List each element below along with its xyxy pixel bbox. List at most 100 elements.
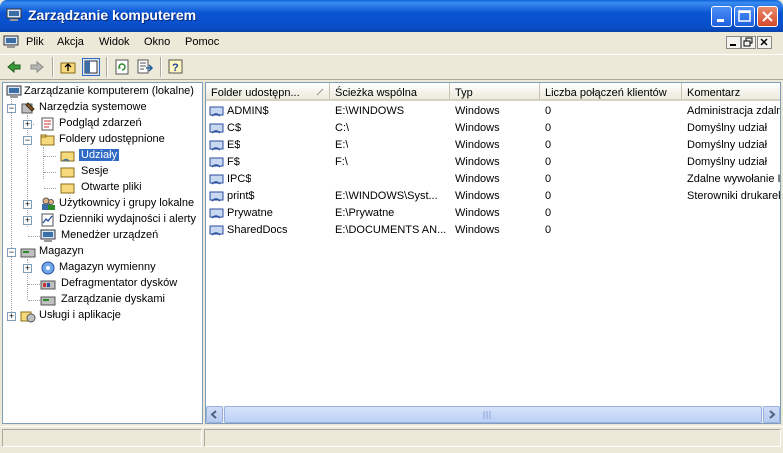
table-row[interactable]: E$ E:\ Windows 0 Domyślny udział xyxy=(206,137,780,154)
mdi-minimize-button[interactable] xyxy=(726,36,741,49)
table-row[interactable]: C$ C:\ Windows 0 Domyślny udział xyxy=(206,120,780,137)
column-header-connections[interactable]: Liczba połączeń klientów xyxy=(540,83,682,101)
expand-icon[interactable]: + xyxy=(23,120,32,129)
collapse-icon[interactable]: − xyxy=(7,104,16,113)
sessions-folder-icon xyxy=(60,165,76,179)
tree-label: Usługi i aplikacje xyxy=(39,309,121,321)
tree-label: Podgląd zdarzeń xyxy=(59,117,142,129)
tree-label: Defragmentator dysków xyxy=(61,277,178,289)
close-button[interactable] xyxy=(757,6,778,27)
back-arrow-icon[interactable] xyxy=(5,58,23,76)
forward-arrow-icon[interactable] xyxy=(28,58,46,76)
export-list-icon[interactable] xyxy=(136,58,154,76)
table-row[interactable]: ADMIN$ E:\WINDOWS Windows 0 Administracja zd… xyxy=(206,103,780,120)
menu-plik[interactable]: Plik xyxy=(26,36,44,48)
shared-folder-icon xyxy=(209,206,225,220)
show-hide-tree-icon[interactable] xyxy=(82,58,100,76)
scroll-left-button[interactable] xyxy=(206,406,223,423)
collapse-icon[interactable]: − xyxy=(7,248,16,257)
tree-label: Otwarte pliki xyxy=(81,181,142,193)
scroll-thumb[interactable] xyxy=(224,406,762,423)
table-row[interactable]: Prywatne E:\Prywatne Windows 0 xyxy=(206,205,780,222)
expand-icon[interactable]: + xyxy=(23,200,32,209)
cell-connections: 0 xyxy=(545,207,552,219)
cell-connections: 0 xyxy=(545,173,552,185)
tree-item-foldery-udostepnione[interactable]: − Foldery udostępnione xyxy=(3,132,202,148)
tree-label: Sesje xyxy=(81,165,109,177)
table-row[interactable]: F$ F:\ Windows 0 Domyślny udział xyxy=(206,154,780,171)
collapse-icon[interactable]: − xyxy=(23,136,32,145)
svg-text:?: ? xyxy=(172,62,179,74)
shared-folder-icon xyxy=(209,223,225,237)
tree-item-magazyn[interactable]: − Magazyn xyxy=(3,244,202,260)
cell-connections: 0 xyxy=(545,156,552,168)
tree-item-podglad-zdarzen[interactable]: + Podgląd zdarzeń xyxy=(3,116,202,132)
mmc-document-icon[interactable] xyxy=(3,35,19,49)
expand-icon[interactable]: + xyxy=(7,312,16,321)
tree-item-defragmentator[interactable]: Defragmentator dysków xyxy=(3,276,202,292)
cell-type: Windows xyxy=(455,173,500,185)
expand-icon[interactable]: + xyxy=(23,216,32,225)
mdi-restore-button[interactable] xyxy=(741,36,756,49)
refresh-icon[interactable] xyxy=(113,58,131,76)
cell-folder: SharedDocs xyxy=(227,224,288,236)
menu-akcja[interactable]: Akcja xyxy=(57,36,84,48)
menu-widok[interactable]: Widok xyxy=(99,36,130,48)
horizontal-scrollbar[interactable] xyxy=(206,406,780,423)
column-header-type[interactable]: Typ xyxy=(450,83,540,101)
computer-management-icon xyxy=(6,85,22,99)
help-icon[interactable]: ? xyxy=(167,58,185,76)
expand-icon[interactable]: + xyxy=(23,264,32,273)
tree-item-magazyn-wymienny[interactable]: + Magazyn wymienny xyxy=(3,260,202,276)
table-row[interactable]: print$ E:\WINDOWS\Syst... Windows 0 Sterowni… xyxy=(206,188,780,205)
tree-label: Dzienniki wydajności i alerty xyxy=(59,213,196,225)
menu-pomoc[interactable]: Pomoc xyxy=(185,36,219,48)
shares-folder-icon xyxy=(60,149,76,163)
computer-management-icon xyxy=(6,8,22,22)
tree-item-otwarte-pliki[interactable]: Otwarte pliki xyxy=(3,180,202,196)
defragmenter-icon xyxy=(40,277,56,291)
tools-icon xyxy=(20,101,36,115)
column-header-folder[interactable]: Folder udostępn... xyxy=(206,83,330,101)
column-header-comment[interactable]: Komentarz xyxy=(682,83,780,101)
console-tree-pane[interactable]: Zarządzanie komputerem (lokalne) − Narzę… xyxy=(2,82,203,424)
table-row[interactable]: SharedDocs E:\DOCUMENTS AN... Windows 0 xyxy=(206,222,780,239)
menu-okno[interactable]: Okno xyxy=(144,36,170,48)
window-title: Zarządzanie komputerem xyxy=(28,7,197,23)
services-applications-icon xyxy=(20,309,36,323)
tree-item-udzialy[interactable]: Udziały xyxy=(3,148,202,164)
tree-item-uzytkownicy-i-grupy[interactable]: + Użytkownicy i grupy lokalne xyxy=(3,196,202,212)
tree-item-sesje[interactable]: Sesje xyxy=(3,164,202,180)
cell-folder: C$ xyxy=(227,122,242,134)
tree-item-menedzer-urzadzen[interactable]: Menedżer urządzeń xyxy=(3,228,202,244)
cell-path: C:\ xyxy=(335,122,350,134)
tree-item-narzedzia-systemowe[interactable]: − Narzędzia systemowe xyxy=(3,100,202,116)
scroll-right-button[interactable] xyxy=(763,406,780,423)
tree-item-dzienniki-wydajnosci[interactable]: + Dzienniki wydajności i alerty xyxy=(3,212,202,228)
tree-root[interactable]: Zarządzanie komputerem (lokalne) xyxy=(3,84,202,100)
tree-item-zarzadzanie-dyskami[interactable]: Zarządzanie dyskami xyxy=(3,292,202,308)
tree-item-uslugi-i-aplikacje[interactable]: + Usługi i aplikacje xyxy=(3,308,202,324)
shared-folder-icon xyxy=(209,155,225,169)
cell-type: Windows xyxy=(455,224,500,236)
shares-list-view[interactable]: Folder udostępn... Ścieżka wspólna Typ L… xyxy=(205,82,781,424)
cell-comment: Zdalne wywołanie IPC xyxy=(687,173,781,185)
minimize-button[interactable] xyxy=(711,6,732,27)
cell-path: E:\WINDOWS\Syst... xyxy=(335,190,438,202)
event-viewer-icon xyxy=(40,117,56,131)
shared-folder-icon xyxy=(209,104,225,118)
up-folder-icon[interactable] xyxy=(59,58,77,76)
cell-connections: 0 xyxy=(545,224,552,236)
tree-label: Magazyn wymienny xyxy=(59,261,156,273)
tree-label: Menedżer urządzeń xyxy=(61,229,159,241)
cell-folder: F$ xyxy=(227,156,240,168)
cell-path: E:\WINDOWS xyxy=(335,105,405,117)
maximize-button[interactable] xyxy=(734,6,755,27)
cell-folder: E$ xyxy=(227,139,241,151)
table-row[interactable]: IPC$ Windows 0 Zdalne wywołanie IPC xyxy=(206,171,781,188)
status-panel-1 xyxy=(2,429,202,447)
cell-type: Windows xyxy=(455,139,500,151)
mdi-close-button[interactable] xyxy=(757,36,772,49)
column-header-path[interactable]: Ścieżka wspólna xyxy=(330,83,450,101)
cell-path: E:\Prywatne xyxy=(335,207,395,219)
